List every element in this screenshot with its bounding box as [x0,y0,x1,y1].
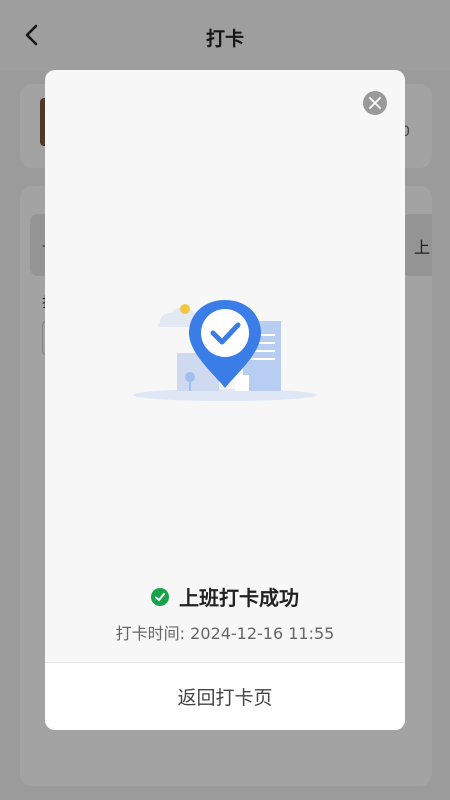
return-checkin-page-button[interactable]: 返回打卡页 [45,663,405,730]
checkin-result: 上班打卡成功 [45,582,405,611]
location-pin-check-illustration [125,295,335,410]
checkin-time: 打卡时间: 2024-12-16 11:55 [45,620,405,644]
close-icon[interactable] [363,91,387,115]
checkin-success-modal: 上班打卡成功 打卡时间: 2024-12-16 11:55 返回打卡页 [45,70,405,730]
checkin-time-value: 2024-12-16 11:55 [190,624,335,643]
checkin-result-text: 上班打卡成功 [179,586,299,610]
check-circle-icon [151,587,169,606]
checkin-time-label: 打卡时间: [115,624,186,643]
